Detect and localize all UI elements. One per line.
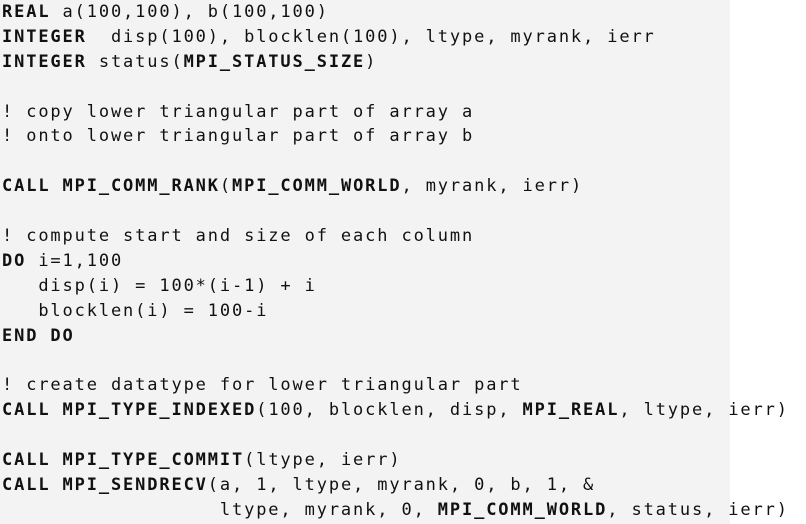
code-text: status( xyxy=(86,51,184,72)
code-keyword: INTEGER xyxy=(2,26,87,47)
code-text: ltype, myrank, 0, xyxy=(2,499,438,520)
code-line: blocklen(i) = 100-i xyxy=(2,299,789,324)
code-listing: REAL a(100,100), b(100,100) INTEGER disp… xyxy=(2,0,789,523)
code-keyword: CALL xyxy=(2,450,51,471)
code-line: ! onto lower triangular part of array b xyxy=(2,124,789,149)
code-line: END DO xyxy=(2,324,789,349)
code-text: disp(i) = 100*(i-1) + i xyxy=(2,275,317,296)
code-line: INTEGER status(MPI_STATUS_SIZE) xyxy=(2,50,789,75)
code-text: (ltype, ierr) xyxy=(244,450,402,471)
code-line: CALL MPI_COMM_RANK(MPI_COMM_WORLD, myran… xyxy=(2,174,789,199)
code-keyword: MPI_REAL xyxy=(522,400,620,421)
code-keyword: MPI_COMM_WORLD xyxy=(232,176,402,197)
code-keyword: MPI_COMM_RANK xyxy=(62,176,220,197)
code-text: ! compute start and size of each column xyxy=(2,226,475,247)
code-block: REAL a(100,100), b(100,100) INTEGER disp… xyxy=(0,0,787,524)
code-line: ltype, myrank, 0, MPI_COMM_WORLD, status… xyxy=(2,498,789,523)
code-text: i=1,100 xyxy=(26,250,124,271)
code-text: a(100,100), b(100,100) xyxy=(50,2,329,22)
code-keyword: MPI_COMM_WORLD xyxy=(437,499,608,520)
code-line: CALL MPI_SENDRECV(a, 1, ltype, myrank, 0… xyxy=(2,473,789,498)
code-line: ! compute start and size of each column xyxy=(2,224,789,249)
code-text: ) xyxy=(365,51,378,72)
code-text: disp(100), blocklen(100), ltype, myrank,… xyxy=(86,26,656,47)
code-line: ! copy lower triangular part of array a xyxy=(2,100,789,125)
code-keyword: CALL xyxy=(2,474,51,495)
code-keyword: MPI_TYPE_COMMIT xyxy=(62,450,245,471)
code-keyword: INTEGER xyxy=(2,51,87,72)
code-text: , status, ierr) xyxy=(607,499,789,520)
code-keyword: CALL xyxy=(2,176,51,197)
code-line: DO i=1,100 xyxy=(2,249,789,274)
code-line: CALL MPI_TYPE_INDEXED(100, blocklen, dis… xyxy=(2,398,789,423)
code-line: ! create datatype for lower triangular p… xyxy=(2,373,789,398)
code-text: , myrank, ierr) xyxy=(401,176,584,197)
code-text: ! create datatype for lower triangular p… xyxy=(2,375,523,396)
code-keyword: REAL xyxy=(2,2,51,22)
code-keyword: MPI_STATUS_SIZE xyxy=(183,51,366,72)
code-line: disp(i) = 100*(i-1) + i xyxy=(2,274,789,299)
code-keyword: MPI_SENDRECV xyxy=(62,474,208,495)
code-keyword: CALL xyxy=(2,400,51,421)
code-keyword: MPI_TYPE_INDEXED xyxy=(62,400,257,421)
code-text: ! onto lower triangular part of array b xyxy=(2,126,475,147)
code-text: , ltype, ierr) xyxy=(619,400,789,421)
code-line: CALL MPI_TYPE_COMMIT(ltype, ierr) xyxy=(2,448,789,473)
code-text: blocklen(i) = 100-i xyxy=(2,300,269,321)
code-keyword: DO xyxy=(2,250,27,271)
code-line: INTEGER disp(100), blocklen(100), ltype,… xyxy=(2,25,789,50)
code-text: ! copy lower triangular part of array a xyxy=(2,101,475,122)
code-text: (a, 1, ltype, myrank, 0, b, 1, & xyxy=(207,474,596,495)
code-keyword: END DO xyxy=(2,325,75,346)
code-text: (100, blocklen, disp, xyxy=(256,400,523,421)
code-text: ( xyxy=(219,176,233,197)
code-line: REAL a(100,100), b(100,100) xyxy=(2,0,789,25)
